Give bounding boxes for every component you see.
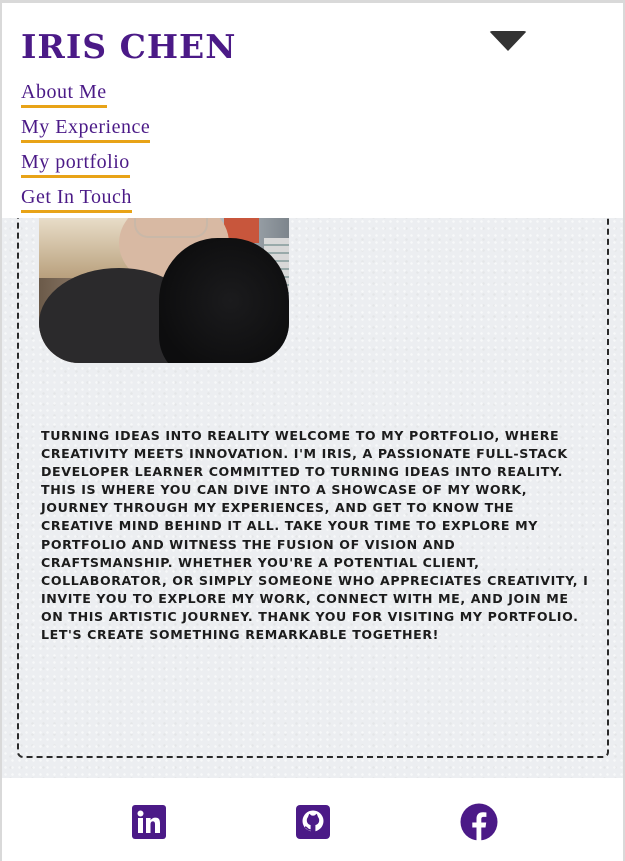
profile-photo	[39, 218, 289, 363]
github-icon	[296, 805, 330, 839]
site-footer	[2, 778, 623, 861]
intro-text: Turning ideas into reality Welcome to my…	[41, 428, 589, 643]
about-section: Turning ideas into reality Welcome to my…	[2, 208, 623, 778]
menu-toggle-button[interactable]	[488, 31, 528, 55]
site-header: IRIS CHEN About Me My Experience My port…	[2, 3, 623, 218]
nav-link-about-me[interactable]: About Me	[21, 79, 107, 108]
nav-link-my-experience[interactable]: My Experience	[21, 114, 151, 143]
nav-link-get-in-touch[interactable]: Get In Touch	[21, 184, 132, 213]
facebook-icon	[460, 803, 498, 841]
site-logo[interactable]: IRIS CHEN	[21, 25, 236, 69]
page: Turning ideas into reality Welcome to my…	[0, 0, 625, 861]
facebook-link[interactable]	[460, 803, 498, 841]
github-link[interactable]	[296, 805, 330, 839]
linkedin-icon	[132, 805, 166, 839]
caret-down-icon	[489, 31, 527, 51]
linkedin-link[interactable]	[132, 805, 166, 839]
main-nav: About Me My Experience My portfolio Get …	[21, 79, 151, 219]
nav-link-my-portfolio[interactable]: My portfolio	[21, 149, 130, 178]
